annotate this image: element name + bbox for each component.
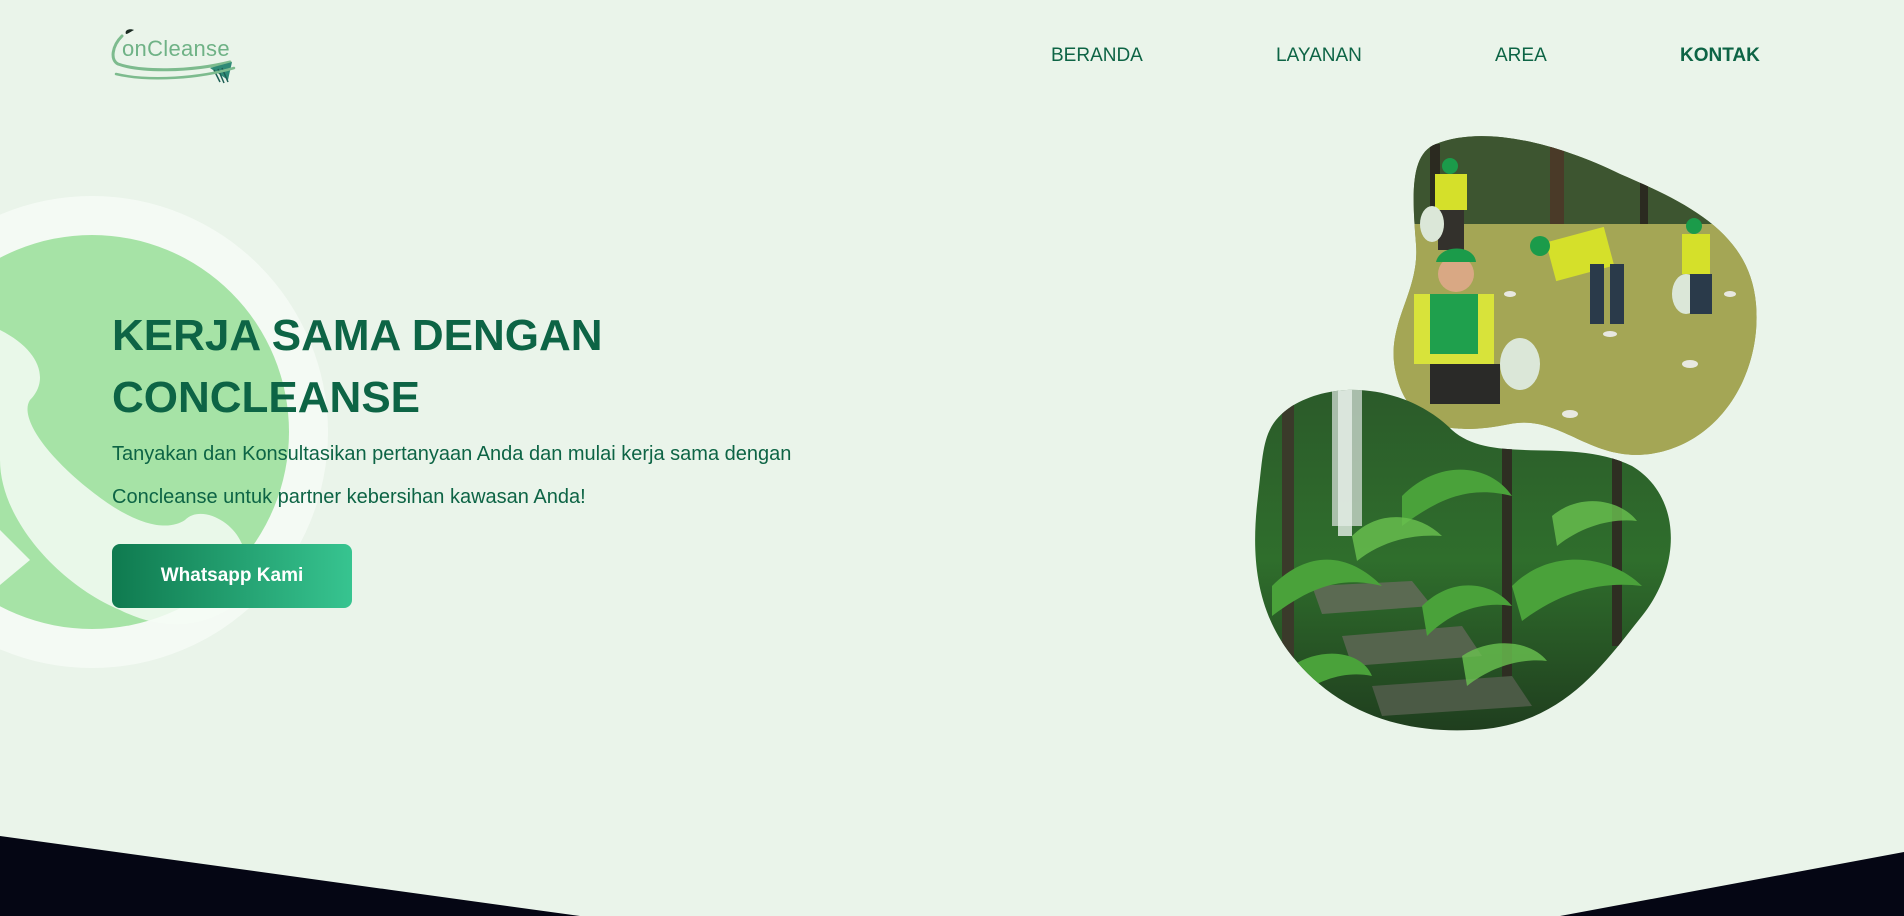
- nav-beranda[interactable]: BERANDA: [1051, 45, 1143, 67]
- nav-kontak[interactable]: KONTAK: [1680, 45, 1760, 67]
- hero-title: KERJA SAMA DENGAN CONCLEANSE: [112, 311, 603, 422]
- nav-area[interactable]: AREA: [1495, 45, 1547, 67]
- footer-wave: [0, 836, 1904, 916]
- hero-section: KERJA SAMA DENGAN CONCLEANSE Tanyakan da…: [112, 305, 872, 608]
- concleanse-logo[interactable]: onCleanse: [110, 28, 238, 86]
- nav-layanan[interactable]: LAYANAN: [1276, 45, 1362, 67]
- logo-text: onCleanse: [122, 36, 230, 61]
- hero-description: Tanyakan dan Konsultasikan pertanyaan An…: [112, 443, 792, 508]
- forest-photo: [1255, 389, 1671, 731]
- navbar: onCleanse BERANDA LAYANAN AREA KONTAK: [0, 0, 1904, 116]
- whatsapp-button[interactable]: Whatsapp Kami: [112, 544, 352, 608]
